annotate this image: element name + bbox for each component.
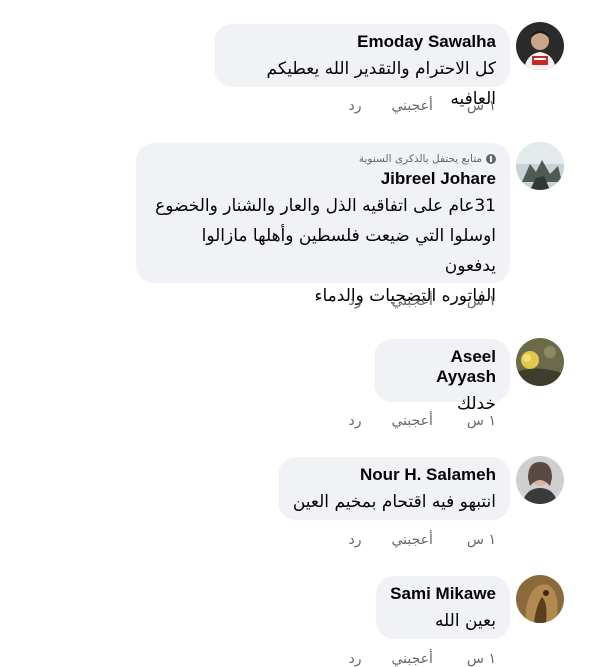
- comment-text: اوسلوا التي ضيعت فلسطين وأهلها مازالوا ي…: [201, 226, 496, 276]
- comment-timestamp[interactable]: ١ س: [467, 651, 496, 667]
- reply-button[interactable]: رد: [349, 293, 362, 309]
- info-icon: [486, 154, 496, 164]
- reply-button[interactable]: رد: [349, 98, 362, 114]
- reply-button[interactable]: رد: [349, 413, 362, 429]
- comment-author[interactable]: Jibreel Johare: [150, 169, 496, 189]
- comment-bubble: Emoday Sawalha كل الاحترام والتقدير الله…: [214, 24, 510, 109]
- comment-text: انتبهو فيه اقتحام بمخيم العين: [292, 492, 496, 512]
- comment-timestamp[interactable]: ١ س: [467, 532, 496, 548]
- comment-bubble: Aseel Ayyash خدلك: [374, 339, 510, 414]
- comment-author[interactable]: Sami Mikawe: [390, 584, 496, 604]
- comment-actions: ١ س أعجبني رد: [349, 98, 496, 114]
- comment-author[interactable]: Nour H. Salameh: [292, 465, 496, 485]
- comment-timestamp[interactable]: ١ س: [467, 98, 496, 114]
- anniversary-badge: متابع يحتفل بالذكرى السنوية: [150, 152, 496, 166]
- like-button[interactable]: أعجبني: [392, 532, 433, 548]
- comment-timestamp[interactable]: ١ س: [467, 413, 496, 429]
- comment-actions: ١ س أعجبني رد: [349, 651, 496, 667]
- like-button[interactable]: أعجبني: [392, 413, 433, 429]
- like-button[interactable]: أعجبني: [392, 98, 433, 114]
- avatar[interactable]: [516, 22, 564, 70]
- comment-actions: ١ س أعجبني رد: [349, 532, 496, 548]
- badge-label: متابع يحتفل بالذكرى السنوية: [358, 153, 482, 165]
- reply-button[interactable]: رد: [349, 532, 362, 548]
- comment-author[interactable]: Aseel Ayyash: [388, 347, 496, 387]
- comment-author[interactable]: Emoday Sawalha: [228, 32, 496, 52]
- reply-button[interactable]: رد: [349, 651, 362, 667]
- comment-bubble: متابع يحتفل بالذكرى السنوية Jibreel Joha…: [136, 143, 510, 306]
- comment-text: بعين الله: [434, 611, 496, 631]
- comment-bubble: Sami Mikawe بعين الله: [376, 576, 510, 639]
- avatar[interactable]: [516, 575, 564, 623]
- comment-text: 31عام على اتفاقيه الذل والعار والشنار وا…: [155, 196, 496, 216]
- avatar[interactable]: [516, 142, 564, 190]
- like-button[interactable]: أعجبني: [392, 293, 433, 309]
- avatar[interactable]: [516, 338, 564, 386]
- comment-actions: ١ س أعجبني رد: [349, 293, 496, 309]
- comment-bubble: Nour H. Salameh انتبهو فيه اقتحام بمخيم …: [278, 457, 510, 520]
- like-button[interactable]: أعجبني: [392, 651, 433, 667]
- avatar[interactable]: [516, 456, 564, 504]
- comment-timestamp[interactable]: ١ س: [467, 293, 496, 309]
- comment-actions: ١ س أعجبني رد: [349, 413, 496, 429]
